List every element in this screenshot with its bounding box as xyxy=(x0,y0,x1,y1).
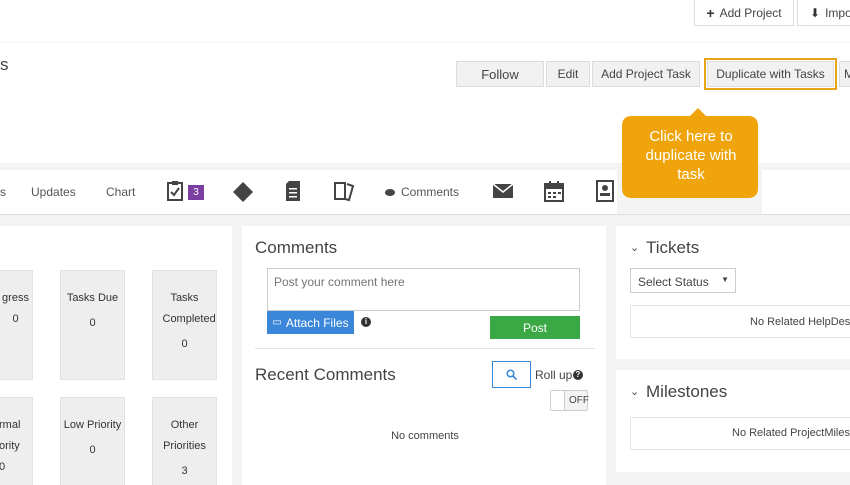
status-select[interactable]: Select Status ▼ xyxy=(630,268,736,293)
stat-tasks-completed: Tasks Completed 0 xyxy=(152,270,217,380)
stat-value: 0 xyxy=(89,317,96,329)
stat-label: Tasks Completed xyxy=(162,292,216,325)
import-label: Impo xyxy=(825,5,850,20)
milestones-title: Milestones xyxy=(646,382,728,401)
comments-panel xyxy=(242,226,606,485)
callout-text: Click here to duplicate with task xyxy=(645,128,737,183)
add-project-task-button[interactable]: Add Project Task xyxy=(592,61,700,87)
post-button[interactable]: Post xyxy=(490,316,580,339)
comments-divider xyxy=(255,348,595,349)
chevron-down-icon[interactable]: ⌄ xyxy=(630,241,639,254)
stat-value: 0 xyxy=(89,444,96,456)
tickets-title: Tickets xyxy=(646,238,700,257)
attach-files-button[interactable]: ▭ Attach Files xyxy=(267,311,354,334)
add-project-button[interactable]: + Add Project xyxy=(694,0,794,26)
help-icon[interactable]: ? xyxy=(573,370,583,380)
status-select-value: Select Status xyxy=(638,275,709,289)
tab-updates[interactable]: Updates xyxy=(31,185,76,199)
comment-textarea[interactable] xyxy=(267,268,580,311)
envelope-icon[interactable] xyxy=(492,183,514,199)
add-project-label: Add Project xyxy=(719,5,782,20)
stat-value: 3 xyxy=(181,465,188,477)
stat-label: Low Priority xyxy=(63,419,122,431)
comments-title: Comments xyxy=(255,238,338,257)
tab-partial[interactable]: s xyxy=(0,185,6,199)
download-icon: ⬇ xyxy=(810,5,821,20)
more-label: M xyxy=(844,67,850,81)
contact-card-icon[interactable] xyxy=(596,180,614,202)
search-comments-button[interactable] xyxy=(492,361,531,388)
stat-label: gress xyxy=(2,292,29,304)
task-checklist-icon[interactable] xyxy=(166,180,184,202)
toggle-knob xyxy=(551,391,565,410)
more-button[interactable]: M xyxy=(839,61,850,87)
edit-label: Edit xyxy=(557,67,579,81)
stat-in-progress: gress 0 xyxy=(0,270,33,380)
cards-icon[interactable] xyxy=(333,180,355,202)
tab-bar-divider xyxy=(0,214,850,215)
attach-label: Attach Files xyxy=(285,315,349,330)
calendar-icon[interactable] xyxy=(543,180,565,202)
laptop-icon: ▭ xyxy=(272,317,282,328)
stat-value: 0 xyxy=(0,461,6,473)
recent-comments-title: Recent Comments xyxy=(255,365,396,384)
tab-bar xyxy=(0,170,617,214)
stat-tasks-due: Tasks Due 0 xyxy=(60,270,125,380)
follow-button[interactable]: Follow xyxy=(456,61,544,87)
speech-bubble-icon xyxy=(385,189,395,196)
tab-comments[interactable]: Comments xyxy=(401,185,459,199)
tickets-empty-text: No Related HelpDesk xyxy=(750,316,850,328)
tab-bar-right xyxy=(762,170,850,214)
caret-down-icon: ▼ xyxy=(721,275,729,284)
stat-label: rmal ority xyxy=(0,419,21,452)
duplicate-label: Duplicate with Tasks xyxy=(716,67,825,81)
edit-button[interactable]: Edit xyxy=(546,61,590,87)
stat-low-priority: Low Priority 0 xyxy=(60,397,125,485)
add-task-label: Add Project Task xyxy=(601,67,691,81)
stat-value: 0 xyxy=(12,313,19,325)
toggle-label: OFF xyxy=(569,395,589,406)
plus-icon: + xyxy=(706,4,715,21)
stat-value: 0 xyxy=(181,338,188,350)
chevron-down-icon[interactable]: ⌄ xyxy=(630,385,639,398)
tasks-badge: 3 xyxy=(188,185,204,200)
stat-label: Tasks Due xyxy=(66,292,119,304)
stat-other-priorities: Other Priorities 3 xyxy=(152,397,217,485)
post-label: Post xyxy=(522,320,547,335)
document-icon[interactable] xyxy=(285,180,301,202)
info-icon[interactable]: i xyxy=(361,317,371,327)
page-title: s xyxy=(0,55,9,74)
milestone-diamond-icon[interactable] xyxy=(232,181,254,203)
milestones-empty-text: No Related ProjectMilest xyxy=(732,427,850,439)
stat-label: Other Priorities xyxy=(163,419,206,452)
no-comments-text: No comments xyxy=(391,430,459,442)
search-icon xyxy=(506,369,517,380)
rollup-label: Roll up xyxy=(535,368,573,382)
rollup-toggle[interactable]: OFF xyxy=(550,390,589,411)
stat-normal-priority: rmal ority 0 xyxy=(0,397,33,485)
import-button[interactable]: ⬇ Impo xyxy=(797,0,850,26)
tab-chart[interactable]: Chart xyxy=(106,185,135,199)
duplicate-with-tasks-button[interactable]: Duplicate with Tasks xyxy=(707,61,834,87)
follow-label: Follow xyxy=(481,66,519,82)
